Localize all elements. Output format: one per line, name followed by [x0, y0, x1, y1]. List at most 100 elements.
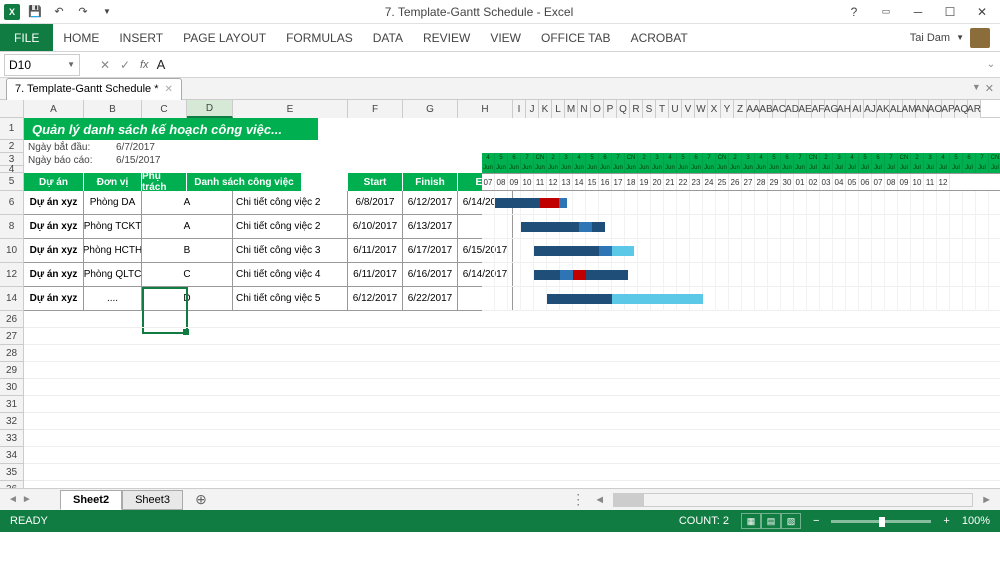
- cell[interactable]: Chi tiết công việc 5: [233, 287, 348, 310]
- cell[interactable]: Chi tiết công việc 4: [233, 263, 348, 286]
- cell[interactable]: Dự án xyz: [24, 287, 84, 310]
- row-header-34[interactable]: 34: [0, 447, 24, 464]
- scroll-thumb[interactable]: [614, 494, 644, 506]
- sheet-tab-other[interactable]: Sheet3: [122, 490, 183, 510]
- cell[interactable]: Dự án xyz: [24, 263, 84, 286]
- col-header-S[interactable]: S: [643, 100, 656, 118]
- col-header-F[interactable]: F: [348, 100, 403, 118]
- row-header-27[interactable]: 27: [0, 328, 24, 345]
- row-header-10[interactable]: 10: [0, 239, 24, 263]
- col-header-Z[interactable]: Z: [734, 100, 747, 118]
- row-header-30[interactable]: 30: [0, 379, 24, 396]
- col-header-O[interactable]: O: [591, 100, 604, 118]
- maximize-button[interactable]: ☐: [938, 2, 962, 22]
- col-header-J[interactable]: J: [526, 100, 539, 118]
- select-all-corner[interactable]: [0, 100, 24, 118]
- tab-data[interactable]: DATA: [363, 24, 413, 51]
- row-header-14[interactable]: 14: [0, 287, 24, 311]
- table-row[interactable]: Dự án xyz....DChi tiết công việc 56/12/2…: [24, 287, 513, 311]
- col-header-H[interactable]: H: [458, 100, 513, 118]
- col-header-M[interactable]: M: [565, 100, 578, 118]
- col-header-AQ[interactable]: AQ: [955, 100, 968, 118]
- tab-page-layout[interactable]: PAGE LAYOUT: [173, 24, 276, 51]
- row-header-12[interactable]: 12: [0, 263, 24, 287]
- table-row[interactable]: Dự án xyzPhòng TCKTAChi tiết công việc 2…: [24, 215, 513, 239]
- zoom-thumb[interactable]: [879, 517, 885, 527]
- close-icon[interactable]: ✕: [165, 84, 173, 95]
- row-header-5[interactable]: 5: [0, 173, 24, 191]
- tab-acrobat[interactable]: ACROBAT: [621, 24, 698, 51]
- col-header-C[interactable]: C: [142, 100, 187, 118]
- col-header-D[interactable]: D: [187, 100, 233, 118]
- minimize-button[interactable]: ─: [906, 2, 930, 22]
- row-header-2[interactable]: 2: [0, 140, 24, 153]
- cell[interactable]: Dự án xyz: [24, 239, 84, 262]
- zoom-out-button[interactable]: −: [813, 515, 819, 527]
- col-header-AB[interactable]: AB: [760, 100, 773, 118]
- scroll-right-icon[interactable]: ►: [981, 494, 992, 506]
- col-header-K[interactable]: K: [539, 100, 552, 118]
- cell[interactable]: A: [142, 191, 233, 214]
- tab-formulas[interactable]: FORMULAS: [276, 24, 363, 51]
- chevron-down-icon[interactable]: ▼: [972, 82, 981, 95]
- row-header-4[interactable]: 4: [0, 166, 24, 173]
- col-header-AE[interactable]: AE: [799, 100, 812, 118]
- cell[interactable]: 6/11/2017: [348, 263, 403, 286]
- col-header-U[interactable]: U: [669, 100, 682, 118]
- col-header-AA[interactable]: AA: [747, 100, 760, 118]
- cancel-icon[interactable]: ✕: [96, 56, 114, 74]
- cell[interactable]: 6/12/2017: [403, 191, 458, 214]
- col-header-E[interactable]: E: [233, 100, 348, 118]
- row-header-29[interactable]: 29: [0, 362, 24, 379]
- table-row[interactable]: Dự án xyzPhòng DAAChi tiết công việc 26/…: [24, 191, 513, 215]
- cell[interactable]: C: [142, 263, 233, 286]
- name-box[interactable]: D10 ▼: [4, 54, 80, 76]
- col-header-T[interactable]: T: [656, 100, 669, 118]
- scroll-left-icon[interactable]: ◄: [594, 494, 605, 506]
- col-header-AC[interactable]: AC: [773, 100, 786, 118]
- help-icon[interactable]: ?: [842, 2, 866, 22]
- fx-icon[interactable]: fx: [140, 59, 149, 71]
- col-header-P[interactable]: P: [604, 100, 617, 118]
- row-header-1[interactable]: 1: [0, 118, 24, 140]
- redo-icon[interactable]: ↷: [74, 3, 92, 21]
- col-header-I[interactable]: I: [513, 100, 526, 118]
- tab-review[interactable]: REVIEW: [413, 24, 480, 51]
- cell[interactable]: Chi tiết công việc 3: [233, 239, 348, 262]
- row-header-35[interactable]: 35: [0, 464, 24, 481]
- col-header-X[interactable]: X: [708, 100, 721, 118]
- cell[interactable]: Chi tiết công việc 2: [233, 191, 348, 214]
- cell[interactable]: A: [142, 215, 233, 238]
- zoom-in-button[interactable]: +: [943, 515, 949, 527]
- view-page-layout-button[interactable]: ▤: [761, 513, 781, 529]
- col-header-W[interactable]: W: [695, 100, 708, 118]
- sheet-nav-prev[interactable]: ◄: [8, 494, 18, 505]
- cell[interactable]: 6/10/2017: [348, 215, 403, 238]
- cell[interactable]: Dự án xyz: [24, 215, 84, 238]
- col-header-G[interactable]: G: [403, 100, 458, 118]
- row-header-32[interactable]: 32: [0, 413, 24, 430]
- cell[interactable]: ....: [84, 287, 142, 310]
- col-header-L[interactable]: L: [552, 100, 565, 118]
- row-header-6[interactable]: 6: [0, 191, 24, 215]
- workbook-tab[interactable]: 7. Template-Gantt Schedule * ✕: [6, 78, 182, 100]
- row-header-28[interactable]: 28: [0, 345, 24, 362]
- horizontal-scrollbar[interactable]: [613, 493, 973, 507]
- cell[interactable]: Phòng QLTC: [84, 263, 142, 286]
- close-icon[interactable]: ✕: [985, 82, 994, 95]
- file-tab[interactable]: FILE: [0, 24, 53, 51]
- row-header-33[interactable]: 33: [0, 430, 24, 447]
- row-header-31[interactable]: 31: [0, 396, 24, 413]
- table-row[interactable]: Dự án xyzPhòng QLTCCChi tiết công việc 4…: [24, 263, 513, 287]
- save-icon[interactable]: 💾: [26, 3, 44, 21]
- table-row[interactable]: Dự án xyzPhòng HCTHBChi tiết công việc 3…: [24, 239, 513, 263]
- cell[interactable]: D: [142, 287, 233, 310]
- cell[interactable]: Phòng HCTH: [84, 239, 142, 262]
- spreadsheet-grid[interactable]: ABCDEFGHIJKLMNOPQRSTUVWXYZAAABACADAEAFAG…: [0, 100, 1000, 488]
- col-header-AK[interactable]: AK: [877, 100, 890, 118]
- col-header-AM[interactable]: AM: [903, 100, 916, 118]
- qat-dropdown-icon[interactable]: ▼: [98, 3, 116, 21]
- cell[interactable]: 6/8/2017: [348, 191, 403, 214]
- new-sheet-button[interactable]: ⊕: [189, 491, 213, 508]
- cell[interactable]: 6/12/2017: [348, 287, 403, 310]
